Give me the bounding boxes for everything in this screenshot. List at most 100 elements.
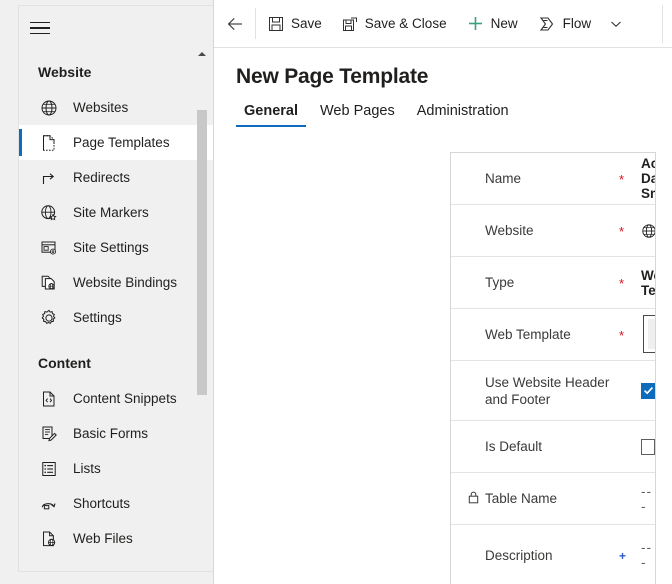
list-icon — [38, 459, 60, 479]
back-arrow-icon[interactable] — [214, 1, 255, 47]
tab-label: General — [244, 103, 298, 119]
sidebar-item-label: Site Markers — [73, 205, 149, 220]
field-value-name[interactable]: Account Data Snippet — [641, 156, 655, 201]
field-label-is-default: Is Default — [451, 438, 619, 455]
field-label-use-website-header-and-footer: Use Website Header and Footer — [451, 374, 619, 408]
field-label-table-name: Table Name — [451, 490, 619, 508]
sidebar-bottom-divider — [18, 571, 213, 572]
gear-icon — [38, 308, 60, 328]
sidebar-item-basic-forms[interactable]: Basic Forms — [19, 416, 214, 451]
sidebar-item-content-snippets[interactable]: Content Snippets — [19, 381, 214, 416]
sidebar-item-web-files[interactable]: Web Files — [19, 521, 214, 556]
form-row-table-name: Table Name --- — [451, 473, 655, 525]
sidebar-item-website-bindings[interactable]: Website Bindings — [19, 265, 214, 300]
lock-icon — [467, 490, 480, 508]
field-label-description: Description — [451, 547, 619, 564]
field-value-description: --- — [641, 540, 655, 570]
field-value-website[interactable]: Starter Portal — [641, 216, 655, 246]
sidebar-item-label: Web Files — [73, 531, 133, 546]
sidebar-item-redirects[interactable]: Redirects — [19, 160, 214, 195]
lookup-chip[interactable]: account-web-template — [648, 319, 656, 349]
main-content: Save Save & Close — [214, 0, 672, 584]
form-row-description: Description+--- — [451, 525, 655, 584]
field-required-marker: * — [619, 173, 641, 185]
new-button[interactable]: New — [457, 4, 528, 44]
field-label-name: Name — [451, 170, 619, 187]
redirect-arrow-icon — [38, 168, 60, 188]
field-value-type[interactable]: Web Template — [641, 268, 655, 298]
sidebar-item-label: Content Snippets — [73, 391, 177, 406]
lookup-input-web-template[interactable]: account-web-template — [643, 315, 656, 353]
sidebar-item-label: Basic Forms — [73, 426, 148, 441]
tab-administration[interactable]: Administration — [406, 103, 520, 127]
save-and-close-button[interactable]: Save & Close — [332, 4, 457, 44]
sidebar: WebsiteWebsitesPage TemplatesRedirectsSi… — [0, 0, 214, 584]
code-page-icon — [38, 389, 60, 409]
command-bar-divider — [255, 8, 256, 39]
page-template-icon — [38, 133, 60, 153]
sidebar-item-site-markers[interactable]: Site Markers — [19, 195, 214, 230]
tab-general[interactable]: General — [233, 103, 309, 127]
field-required-marker — [619, 446, 641, 448]
sidebar-top-divider — [18, 5, 213, 6]
sidebar-item-label: Websites — [73, 100, 128, 115]
sidebar-item-page-templates[interactable]: Page Templates — [19, 125, 214, 160]
sidebar-item-websites[interactable]: Websites — [19, 90, 214, 125]
command-bar-right-divider — [662, 5, 663, 43]
hamburger-icon[interactable] — [28, 14, 62, 42]
checkbox-use-website-header-and-footer[interactable] — [641, 383, 655, 399]
app-root: Website Websites Page TemplatesRedirects Si… — [0, 0, 672, 584]
tab-label: Web Pages — [320, 103, 395, 119]
save-button[interactable]: Save — [258, 4, 332, 44]
field-label-website: Website — [451, 222, 619, 239]
plus-icon — [467, 15, 484, 32]
page-title: New Page Template — [214, 48, 672, 89]
sidebar-nav: WebsiteWebsitesPage TemplatesRedirectsSi… — [19, 50, 214, 571]
sidebar-item-site-settings[interactable]: Site Settings — [19, 230, 214, 265]
field-required-marker: + — [619, 549, 641, 561]
sidebar-item-label: Settings — [73, 310, 122, 325]
tab-label: Administration — [417, 103, 509, 119]
flow-button[interactable]: Flow — [528, 4, 602, 44]
form-row-use-website-header-and-footer: Use Website Header and Footer — [451, 361, 655, 421]
globe-icon — [641, 223, 656, 239]
sidebar-item-label: Shortcuts — [73, 496, 130, 511]
checkbox-is-default[interactable] — [641, 439, 655, 455]
page-globe-icon — [38, 529, 60, 549]
sidebar-item-settings[interactable]: Settings — [19, 300, 214, 335]
sidebar-item-label: Site Settings — [73, 240, 149, 255]
field-required-marker: * — [619, 277, 641, 289]
form-row-is-default: Is Default — [451, 421, 655, 473]
chevron-down-icon[interactable] — [601, 4, 631, 44]
new-label: New — [491, 16, 518, 31]
tab-web-pages[interactable]: Web Pages — [309, 103, 406, 127]
sidebar-scrollbar[interactable] — [197, 48, 207, 564]
form-pencil-icon — [38, 424, 60, 444]
sidebar-item-lists[interactable]: Lists — [19, 451, 214, 486]
field-value-table-name: --- — [641, 484, 655, 514]
field-required-marker: * — [619, 225, 641, 237]
form-row-website: Website*Starter Portal — [451, 205, 655, 257]
field-label-web-template: Web Template — [451, 326, 619, 343]
field-label-type: Type — [451, 274, 619, 291]
field-required-marker — [619, 498, 641, 500]
form-card: Name*Account Data SnippetWebsite*Starter… — [450, 152, 656, 584]
save-and-close-label: Save & Close — [365, 16, 447, 31]
form-row-name: Name*Account Data Snippet — [451, 153, 655, 205]
form-row-type: Type*Web Template — [451, 257, 655, 309]
sidebar-item-shortcuts[interactable]: Shortcuts — [19, 486, 214, 521]
save-disk-icon — [268, 16, 284, 32]
flow-icon — [538, 16, 556, 32]
save-close-icon — [342, 16, 358, 32]
field-value-is-default — [641, 439, 655, 455]
globe-icon — [38, 98, 60, 118]
tab-strip: General Web Pages Administration — [214, 89, 672, 127]
command-bar: Save Save & Close — [214, 0, 672, 48]
field-value-use-website-header-and-footer — [641, 383, 655, 399]
sidebar-scroll-thumb[interactable] — [197, 110, 207, 395]
scroll-up-arrow-icon[interactable] — [197, 48, 207, 60]
page-link-icon — [38, 273, 60, 293]
sidebar-group-title: Content — [19, 335, 214, 381]
field-required-marker — [619, 390, 641, 392]
shortcut-arrow-icon — [38, 494, 60, 514]
